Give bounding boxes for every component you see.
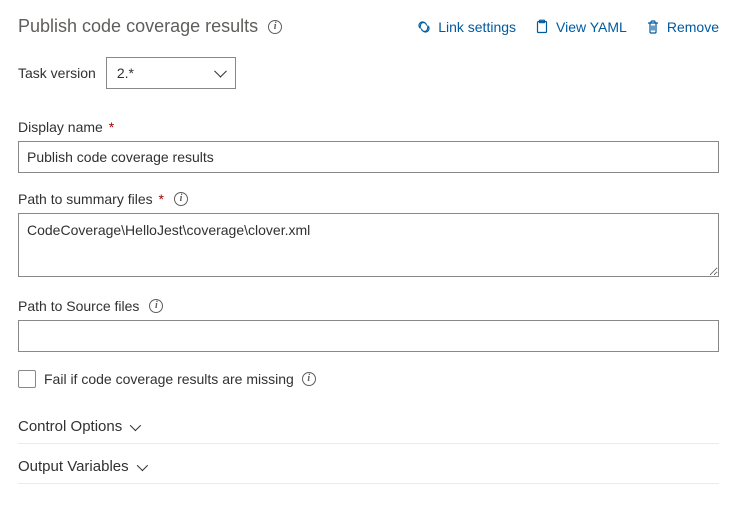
title-group: Publish code coverage results i — [18, 16, 282, 37]
display-name-label: Display name * — [18, 119, 114, 135]
required-marker: * — [155, 191, 164, 207]
source-path-group: Path to Source files i — [18, 298, 719, 352]
control-options-label: Control Options — [18, 418, 122, 435]
task-header: Publish code coverage results i Link set… — [18, 16, 719, 37]
info-icon[interactable]: i — [174, 192, 188, 206]
chevron-down-icon — [136, 459, 147, 470]
link-settings-label: Link settings — [438, 19, 516, 35]
link-icon — [416, 19, 432, 35]
task-version-value: 2.* — [117, 65, 134, 81]
control-options-section[interactable]: Control Options — [18, 410, 719, 444]
info-icon[interactable]: i — [302, 372, 316, 386]
trash-icon — [645, 19, 661, 35]
fail-if-missing-label: Fail if code coverage results are missin… — [44, 371, 294, 387]
summary-path-group: Path to summary files * i — [18, 191, 719, 280]
output-variables-label: Output Variables — [18, 458, 129, 475]
summary-path-label: Path to summary files * — [18, 191, 164, 207]
source-path-label: Path to Source files — [18, 298, 139, 314]
fail-if-missing-row: Fail if code coverage results are missin… — [18, 370, 719, 388]
summary-path-input[interactable] — [18, 213, 719, 277]
required-marker: * — [105, 119, 114, 135]
info-icon[interactable]: i — [149, 299, 163, 313]
view-yaml-label: View YAML — [556, 19, 627, 35]
display-name-group: Display name * — [18, 119, 719, 173]
remove-button[interactable]: Remove — [645, 19, 719, 35]
display-name-input[interactable] — [18, 141, 719, 173]
view-yaml-button[interactable]: View YAML — [534, 19, 627, 35]
chevron-down-icon — [130, 419, 141, 430]
task-version-label: Task version — [18, 65, 96, 81]
info-icon[interactable]: i — [268, 20, 282, 34]
source-path-input[interactable] — [18, 320, 719, 352]
output-variables-section[interactable]: Output Variables — [18, 450, 719, 484]
clipboard-icon — [534, 19, 550, 35]
link-settings-button[interactable]: Link settings — [416, 19, 516, 35]
header-actions: Link settings View YAML Remove — [416, 19, 719, 35]
task-version-dropdown[interactable]: 2.* — [106, 57, 236, 89]
task-version-row: Task version 2.* — [18, 57, 719, 89]
remove-label: Remove — [667, 19, 719, 35]
fail-if-missing-checkbox[interactable] — [18, 370, 36, 388]
page-title: Publish code coverage results — [18, 16, 258, 37]
